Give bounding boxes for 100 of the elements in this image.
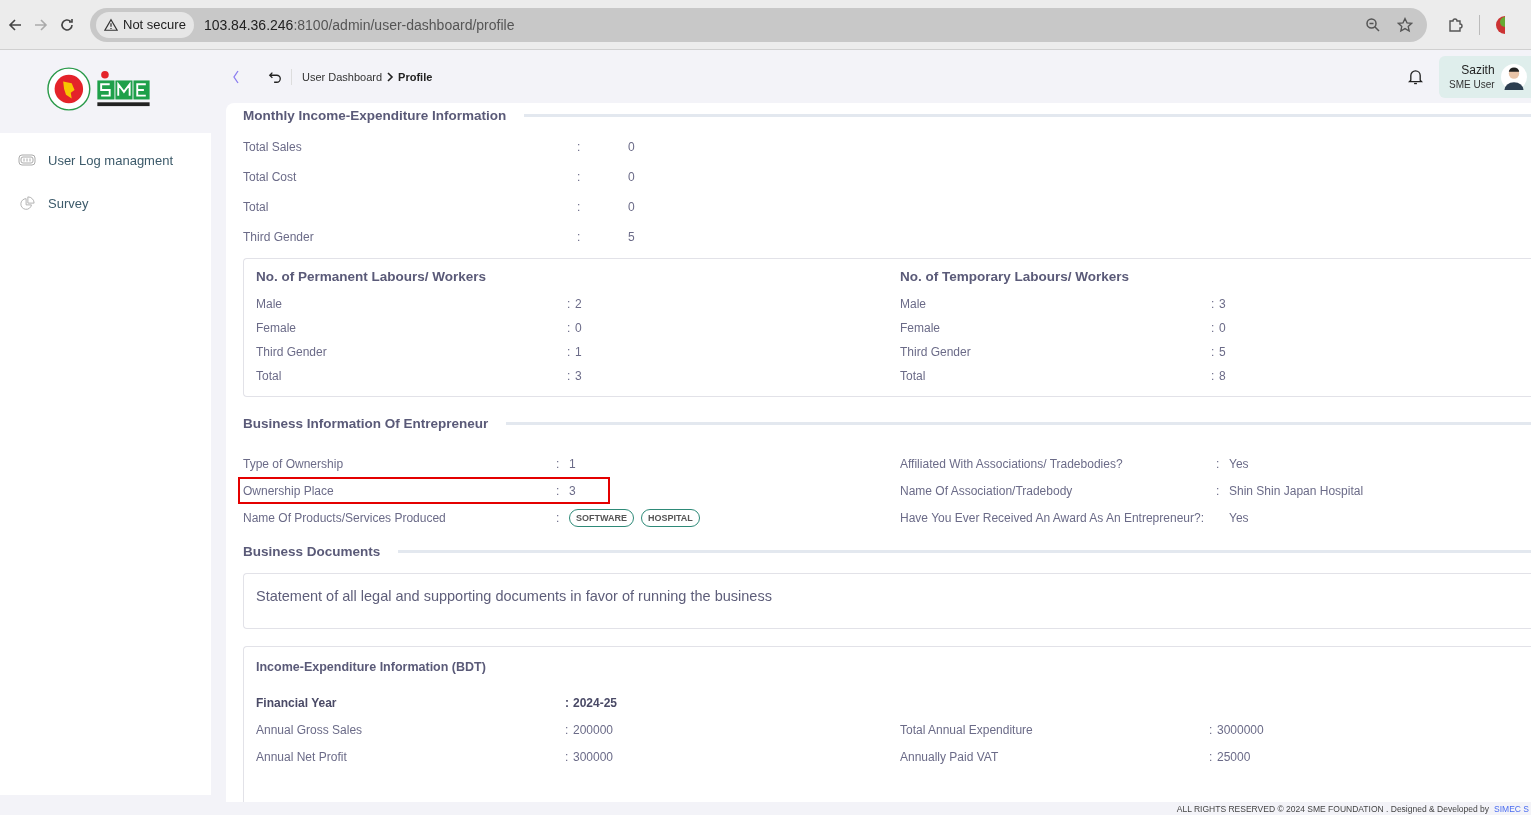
field-value: 3 <box>575 369 582 383</box>
field-label: Total <box>256 369 283 383</box>
colon: : <box>1209 722 1214 737</box>
field-label: Third Gender <box>900 345 972 359</box>
breadcrumb-item: Profile <box>398 70 433 83</box>
device-icon <box>18 152 36 169</box>
colon: : <box>556 510 561 525</box>
footer-text: ALL RIGHTS RESERVED © 2024 SME FOUNDATION . Designed & Developed by <box>1176 803 1490 814</box>
security-chip[interactable]: Not secure <box>96 11 194 38</box>
field-label: Total Cost <box>243 170 298 184</box>
collapse-icon[interactable] <box>232 68 240 85</box>
warning-icon <box>104 17 118 32</box>
field-label: Total <box>900 369 927 383</box>
colon: : <box>565 722 570 737</box>
field-label: Type of Ownership <box>243 456 345 471</box>
colon: : <box>1216 456 1221 471</box>
field-label: Annual Net Profit <box>256 749 348 764</box>
colon: : <box>1211 369 1216 383</box>
colon: : <box>567 321 572 335</box>
user-name: Sazith <box>1461 63 1495 77</box>
field-value: 3 <box>569 483 576 498</box>
reload-icon[interactable] <box>59 16 75 33</box>
field-label: Third Gender <box>256 345 328 359</box>
field-value: 3000000 <box>1217 722 1264 737</box>
panel-title: No. of Temporary Labours/ Workers <box>900 269 1131 284</box>
field-value: 1 <box>575 345 582 359</box>
colon: : <box>577 200 582 214</box>
field-label: Annual Gross Sales <box>256 722 364 737</box>
avatar-icon <box>1500 61 1527 92</box>
field-value: 25000 <box>1217 749 1251 764</box>
field-value: 3 <box>1219 297 1226 311</box>
colon: : <box>567 369 572 383</box>
section-title: Business Information Of Entrepreneur <box>243 415 489 431</box>
field-value: 0 <box>1219 321 1226 335</box>
colon: : <box>556 483 561 498</box>
colon: : <box>1211 345 1216 359</box>
back-icon[interactable] <box>7 16 23 33</box>
field-label: Third Gender <box>243 230 315 244</box>
field-value: 300000 <box>573 749 614 764</box>
colon: : <box>577 140 582 154</box>
panel-title: No. of Permanent Labours/ Workers <box>256 269 488 284</box>
field-label: Total <box>243 200 270 214</box>
colon: : <box>1211 321 1216 335</box>
user-role: SME User <box>1449 79 1495 90</box>
colon: : <box>1211 297 1216 311</box>
statement-text: Statement of all legal and supporting documents in favor of running the business <box>256 588 772 604</box>
field-value: 200000 <box>573 722 614 737</box>
colon: : <box>1216 483 1221 498</box>
field-value: Shin Shin Japan Hospital <box>1229 483 1364 498</box>
address-bar[interactable]: Not secure 103.84.36.246:8100/admin/user-dashboard/profile <box>90 7 1427 42</box>
field-value: Yes <box>1229 510 1249 525</box>
chevron-icon <box>386 71 395 82</box>
pie-chart-icon <box>18 195 36 212</box>
field-value: 2024-25 <box>573 695 618 710</box>
section-title: Business Documents <box>243 543 381 559</box>
profile-icon[interactable] <box>1495 14 1505 35</box>
footer-link[interactable]: SIMEC S <box>1494 803 1529 814</box>
colon: : <box>1209 749 1214 764</box>
field-value: 5 <box>628 230 635 244</box>
bell-icon[interactable] <box>1408 68 1423 85</box>
colon: : <box>567 297 572 311</box>
field-label: Financial Year <box>256 695 338 710</box>
field-value: 0 <box>628 140 635 154</box>
security-label: Not secure <box>123 17 186 32</box>
field-value: 0 <box>575 321 582 335</box>
colon: : <box>577 230 582 244</box>
field-label: Total Sales <box>243 140 303 154</box>
field-label: Ownership Place <box>243 483 335 498</box>
section-title: Monthly Income-Expenditure Information <box>243 107 507 123</box>
user-menu[interactable]: Sazith SME User <box>1439 55 1531 98</box>
field-label: Annually Paid VAT <box>900 749 1000 764</box>
colon: : <box>556 456 561 471</box>
field-label: Female <box>256 321 297 335</box>
zoom-out-icon[interactable] <box>1365 16 1381 33</box>
url-text: 103.84.36.246:8100/admin/user-dashboard/profile <box>203 16 515 33</box>
field-label: Name Of Products/Services Produced <box>243 510 447 525</box>
field-label: Female <box>900 321 941 335</box>
field-value: 0 <box>628 200 635 214</box>
field-label: Name Of Association/Tradebody <box>900 483 1074 498</box>
breadcrumb-item[interactable]: User Dashboard <box>302 70 383 83</box>
colon: : <box>567 345 572 359</box>
field-label: Male <box>256 297 283 311</box>
star-icon[interactable] <box>1397 16 1413 33</box>
panel-title: Income-Expenditure Information (BDT) <box>256 660 487 674</box>
colon: : <box>577 170 582 184</box>
field-label: Affiliated With Associations/ Tradebodies? <box>900 456 1124 471</box>
colon: : <box>565 695 570 710</box>
field-value: 5 <box>1219 345 1226 359</box>
field-label: Have You Ever Received An Award As An Entrepreneur?: <box>900 510 1205 525</box>
sidebar-item[interactable]: Survey <box>0 182 211 225</box>
colon: : <box>565 749 570 764</box>
field-label: Male <box>900 297 927 311</box>
field-value: 1 <box>569 456 576 471</box>
field-label: Total Annual Expenditure <box>900 722 1034 737</box>
field-value: 8 <box>1219 369 1226 383</box>
field-value: 2 <box>575 297 582 311</box>
sidebar-item[interactable]: User Log managment <box>0 139 211 182</box>
field-value: 0 <box>628 170 635 184</box>
puzzle-icon[interactable] <box>1447 16 1463 33</box>
field-value: Yes <box>1229 456 1249 471</box>
